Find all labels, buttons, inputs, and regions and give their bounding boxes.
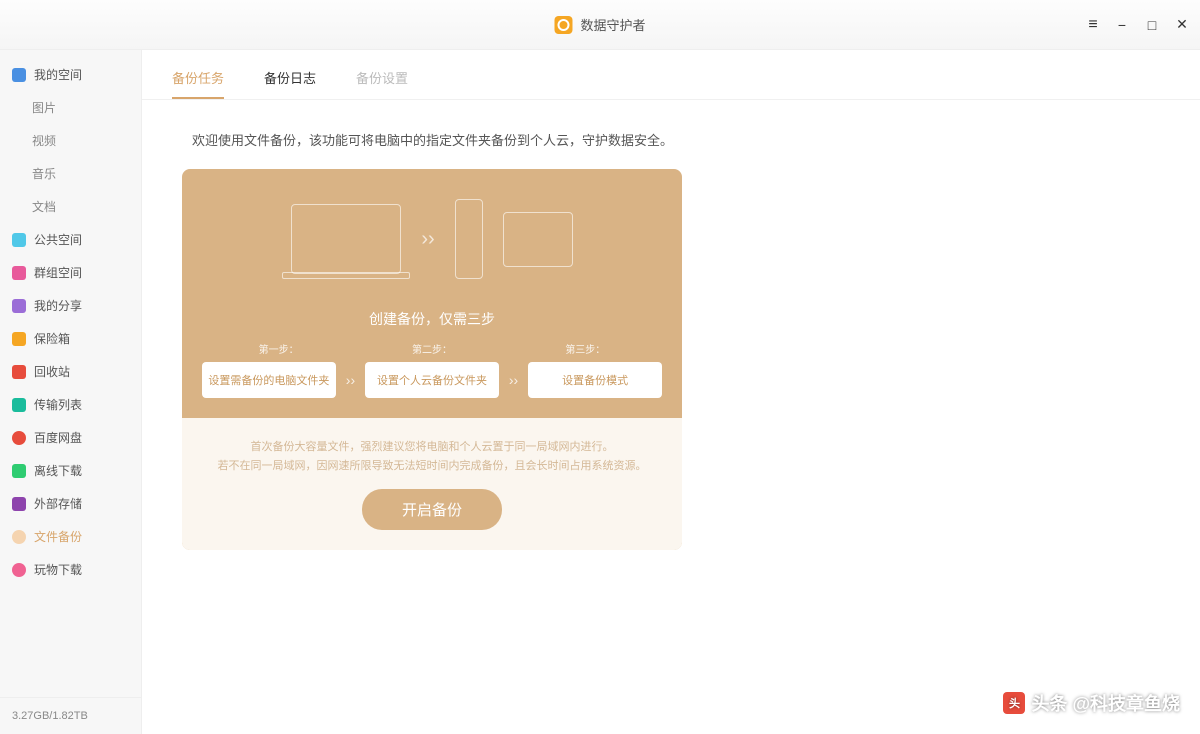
sidebar-item-label: 文档 bbox=[32, 198, 56, 215]
sidebar-item-6[interactable]: 群组空间 bbox=[0, 256, 141, 289]
backup-tips: 首次备份大容量文件，强烈建议您将电脑和个人云置于同一局域网内进行。 若不在同一局… bbox=[212, 438, 652, 475]
sidebar-icon bbox=[12, 497, 26, 511]
sidebar-item-label: 群组空间 bbox=[34, 264, 82, 281]
sidebar-item-label: 回收站 bbox=[34, 363, 70, 380]
app-icon bbox=[554, 16, 572, 34]
step-box-2[interactable]: 设置个人云备份文件夹 bbox=[365, 362, 499, 398]
storage-usage: 3.27GB/1.82TB bbox=[0, 697, 141, 734]
laptop-icon bbox=[291, 204, 401, 274]
sidebar-item-label: 外部存储 bbox=[34, 495, 82, 512]
step-box-1[interactable]: 设置需备份的电脑文件夹 bbox=[202, 362, 336, 398]
tabs: 备份任务 备份日志 备份设置 bbox=[142, 50, 1200, 100]
start-backup-button[interactable]: 开启备份 bbox=[362, 489, 502, 530]
title-bar: 数据守护者 ≡ − □ ✕ bbox=[0, 0, 1200, 50]
sidebar-item-0[interactable]: 我的空间 bbox=[0, 58, 141, 91]
step-label-2: 第二步： bbox=[412, 341, 452, 356]
sidebar-icon bbox=[12, 266, 26, 280]
arrow-icon: ›› bbox=[421, 228, 434, 251]
tower-icon bbox=[455, 199, 483, 279]
sidebar-item-14[interactable]: 文件备份 bbox=[0, 520, 141, 553]
sidebar-item-2[interactable]: 视频 bbox=[0, 124, 141, 157]
sidebar-icon bbox=[12, 332, 26, 346]
hero-illustration: ›› bbox=[182, 169, 682, 309]
minimize-icon[interactable]: − bbox=[1114, 17, 1130, 33]
sidebar-item-8[interactable]: 保险箱 bbox=[0, 322, 141, 355]
sidebar-icon bbox=[12, 299, 26, 313]
tab-0[interactable]: 备份任务 bbox=[172, 68, 224, 99]
close-icon[interactable]: ✕ bbox=[1174, 17, 1190, 33]
watermark-icon: 头 bbox=[1003, 692, 1025, 714]
sidebar-item-label: 文件备份 bbox=[34, 528, 82, 545]
sidebar-item-label: 我的分享 bbox=[34, 297, 82, 314]
sidebar-icon bbox=[12, 563, 26, 577]
sidebar: 我的空间图片视频音乐文档公共空间群组空间我的分享保险箱回收站传输列表百度网盘离线… bbox=[0, 50, 142, 734]
sidebar-item-12[interactable]: 离线下载 bbox=[0, 454, 141, 487]
step-label-1: 第一步： bbox=[259, 341, 299, 356]
sidebar-item-label: 传输列表 bbox=[34, 396, 82, 413]
sidebar-icon bbox=[12, 68, 26, 82]
sidebar-item-11[interactable]: 百度网盘 bbox=[0, 421, 141, 454]
sidebar-item-1[interactable]: 图片 bbox=[0, 91, 141, 124]
steps-title: 创建备份，仅需三步 bbox=[182, 309, 682, 329]
sidebar-item-4[interactable]: 文档 bbox=[0, 190, 141, 223]
sidebar-icon bbox=[12, 398, 26, 412]
sidebar-item-label: 保险箱 bbox=[34, 330, 70, 347]
sidebar-item-13[interactable]: 外部存储 bbox=[0, 487, 141, 520]
sidebar-item-15[interactable]: 玩物下载 bbox=[0, 553, 141, 586]
arrow-icon: ›› bbox=[509, 372, 518, 388]
tab-1[interactable]: 备份日志 bbox=[264, 68, 316, 99]
watermark: 头 头条 @科技章鱼烧 bbox=[1003, 690, 1180, 716]
backup-hero: ›› 创建备份，仅需三步 第一步： 第二步： 第三步： 设置需备份的电脑文件夹 … bbox=[182, 169, 682, 550]
sidebar-icon bbox=[12, 464, 26, 478]
sidebar-item-label: 玩物下载 bbox=[34, 561, 82, 578]
step-box-3[interactable]: 设置备份模式 bbox=[528, 362, 662, 398]
sidebar-item-10[interactable]: 传输列表 bbox=[0, 388, 141, 421]
tab-2: 备份设置 bbox=[356, 68, 408, 99]
sidebar-icon bbox=[12, 365, 26, 379]
sidebar-icon bbox=[12, 530, 26, 544]
sidebar-icon bbox=[12, 233, 26, 247]
app-title: 数据守护者 bbox=[580, 15, 645, 34]
nas-icon bbox=[503, 212, 573, 267]
sidebar-icon bbox=[12, 431, 26, 445]
maximize-icon[interactable]: □ bbox=[1144, 17, 1160, 33]
main-content: 备份任务 备份日志 备份设置 欢迎使用文件备份，该功能可将电脑中的指定文件夹备份到个… bbox=[142, 50, 1200, 734]
sidebar-item-label: 百度网盘 bbox=[34, 429, 82, 446]
sidebar-item-label: 图片 bbox=[32, 99, 56, 116]
sidebar-item-label: 视频 bbox=[32, 132, 56, 149]
sidebar-item-label: 离线下载 bbox=[34, 462, 82, 479]
arrow-icon: ›› bbox=[346, 372, 355, 388]
sidebar-item-9[interactable]: 回收站 bbox=[0, 355, 141, 388]
menu-icon[interactable]: ≡ bbox=[1084, 17, 1100, 33]
sidebar-item-5[interactable]: 公共空间 bbox=[0, 223, 141, 256]
sidebar-item-7[interactable]: 我的分享 bbox=[0, 289, 141, 322]
sidebar-item-3[interactable]: 音乐 bbox=[0, 157, 141, 190]
sidebar-item-label: 我的空间 bbox=[34, 66, 82, 83]
sidebar-item-label: 公共空间 bbox=[34, 231, 82, 248]
sidebar-item-label: 音乐 bbox=[32, 165, 56, 182]
step-label-3: 第三步： bbox=[565, 341, 605, 356]
welcome-text: 欢迎使用文件备份，该功能可将电脑中的指定文件夹备份到个人云，守护数据安全。 bbox=[192, 130, 1160, 149]
